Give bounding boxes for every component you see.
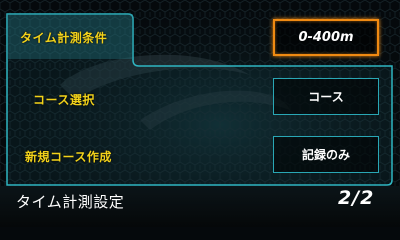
row-label-course-select: コース選択 [33,93,95,107]
screen-title: タイム計測設定 [16,193,125,211]
row-label-new-course-create: 新規コース作成 [25,150,112,164]
time-measure-condition-value-button[interactable]: 0-400m [273,19,379,56]
row-label-time-measure-condition: タイム計測条件 [20,31,108,45]
new-course-create-value-button[interactable]: 記録のみ [273,136,379,173]
course-select-value-button[interactable]: コース [273,78,379,115]
page-indicator: 2/2 [338,187,375,209]
